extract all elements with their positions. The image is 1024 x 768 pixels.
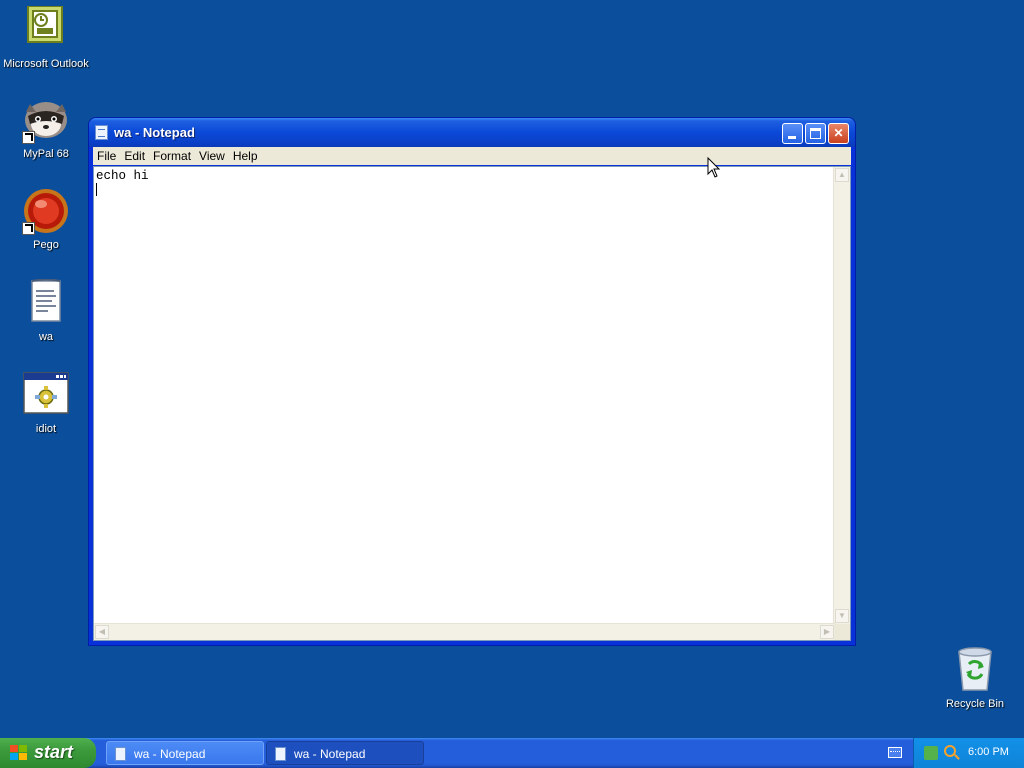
- text-document-icon: [22, 278, 70, 327]
- horizontal-scrollbar[interactable]: ◀ ▶: [94, 623, 835, 640]
- raccoon-browser-icon: [22, 96, 70, 144]
- close-icon: ✕: [833, 126, 844, 140]
- desktop-icon-label: wa: [38, 331, 54, 343]
- notepad-app-icon[interactable]: [95, 125, 108, 140]
- desktop-icon-microsoft-outlook[interactable]: Microsoft Outlook: [0, 5, 92, 70]
- scroll-down-icon[interactable]: ▼: [835, 609, 849, 623]
- window-title: wa - Notepad: [114, 125, 195, 140]
- network-icon[interactable]: [924, 746, 938, 760]
- text-caret: [96, 183, 97, 196]
- search-icon[interactable]: [944, 745, 956, 757]
- menu-view[interactable]: View: [195, 147, 229, 165]
- red-orb-icon: [22, 187, 70, 235]
- desktop-icon-wa[interactable]: wa: [0, 278, 92, 343]
- taskbar: start wa - Notepad wa - Notepad 6:00 PM: [0, 738, 1024, 768]
- desktop-icon-pego[interactable]: Pego: [0, 187, 92, 251]
- desktop-icon-label: MyPal 68: [23, 148, 69, 160]
- system-tray: 6:00 PM: [913, 738, 1024, 768]
- menu-edit[interactable]: Edit: [120, 147, 149, 165]
- desktop-icon-label: Recycle Bin: [945, 698, 1005, 710]
- keyboard-icon[interactable]: [888, 747, 902, 758]
- shortcut-arrow-icon: [22, 131, 35, 144]
- notepad-app-icon: [115, 747, 126, 761]
- scroll-up-icon[interactable]: ▲: [835, 168, 849, 182]
- menu-file[interactable]: File: [93, 147, 120, 165]
- taskbar-button-label: wa - Notepad: [134, 747, 206, 761]
- outlook-icon: [22, 5, 70, 54]
- start-button[interactable]: start: [0, 738, 96, 768]
- close-button[interactable]: ✕: [828, 123, 849, 144]
- window-titlebar[interactable]: wa - Notepad ✕: [89, 118, 855, 147]
- taskbar-button-notepad-1[interactable]: wa - Notepad: [106, 741, 264, 765]
- desktop-icon-label: idiot: [35, 423, 57, 435]
- menu-bar: File Edit Format View Help: [93, 147, 851, 165]
- menu-format[interactable]: Format: [149, 147, 195, 165]
- maximize-button[interactable]: [805, 123, 826, 144]
- shortcut-arrow-icon: [22, 222, 35, 235]
- recycle-bin-icon: [951, 646, 999, 694]
- text-editor[interactable]: echo hi ▲ ▼ ◀ ▶: [93, 166, 851, 641]
- desktop: Microsoft Outlook MyPal 68 Pego wa idiot…: [0, 0, 1024, 738]
- desktop-icon-idiot[interactable]: idiot: [0, 371, 92, 435]
- maximize-icon: [810, 128, 821, 139]
- clock[interactable]: 6:00 PM: [968, 746, 1009, 758]
- menu-help[interactable]: Help: [229, 147, 262, 165]
- windows-flag-icon: [10, 745, 28, 761]
- notepad-window: wa - Notepad ✕ File Edit Format View Help ec…: [89, 118, 855, 645]
- resize-grip-icon[interactable]: [834, 624, 850, 640]
- editor-content[interactable]: echo hi: [96, 169, 149, 183]
- desktop-icon-mypal[interactable]: MyPal 68: [0, 96, 92, 160]
- desktop-icon-label: Microsoft Outlook: [3, 58, 89, 70]
- start-label: start: [34, 742, 74, 762]
- vertical-scrollbar[interactable]: ▲ ▼: [833, 167, 850, 624]
- taskbar-button-label: wa - Notepad: [294, 747, 366, 761]
- desktop-icon-recycle-bin[interactable]: Recycle Bin: [929, 646, 1021, 710]
- program-window-icon: [22, 371, 70, 419]
- taskbar-button-notepad-2[interactable]: wa - Notepad: [266, 741, 424, 765]
- scroll-right-icon[interactable]: ▶: [820, 625, 834, 639]
- scroll-left-icon[interactable]: ◀: [95, 625, 109, 639]
- desktop-icon-label: Pego: [33, 239, 59, 251]
- minimize-button[interactable]: [782, 123, 803, 144]
- notepad-app-icon: [275, 747, 286, 761]
- minimize-icon: [788, 136, 796, 139]
